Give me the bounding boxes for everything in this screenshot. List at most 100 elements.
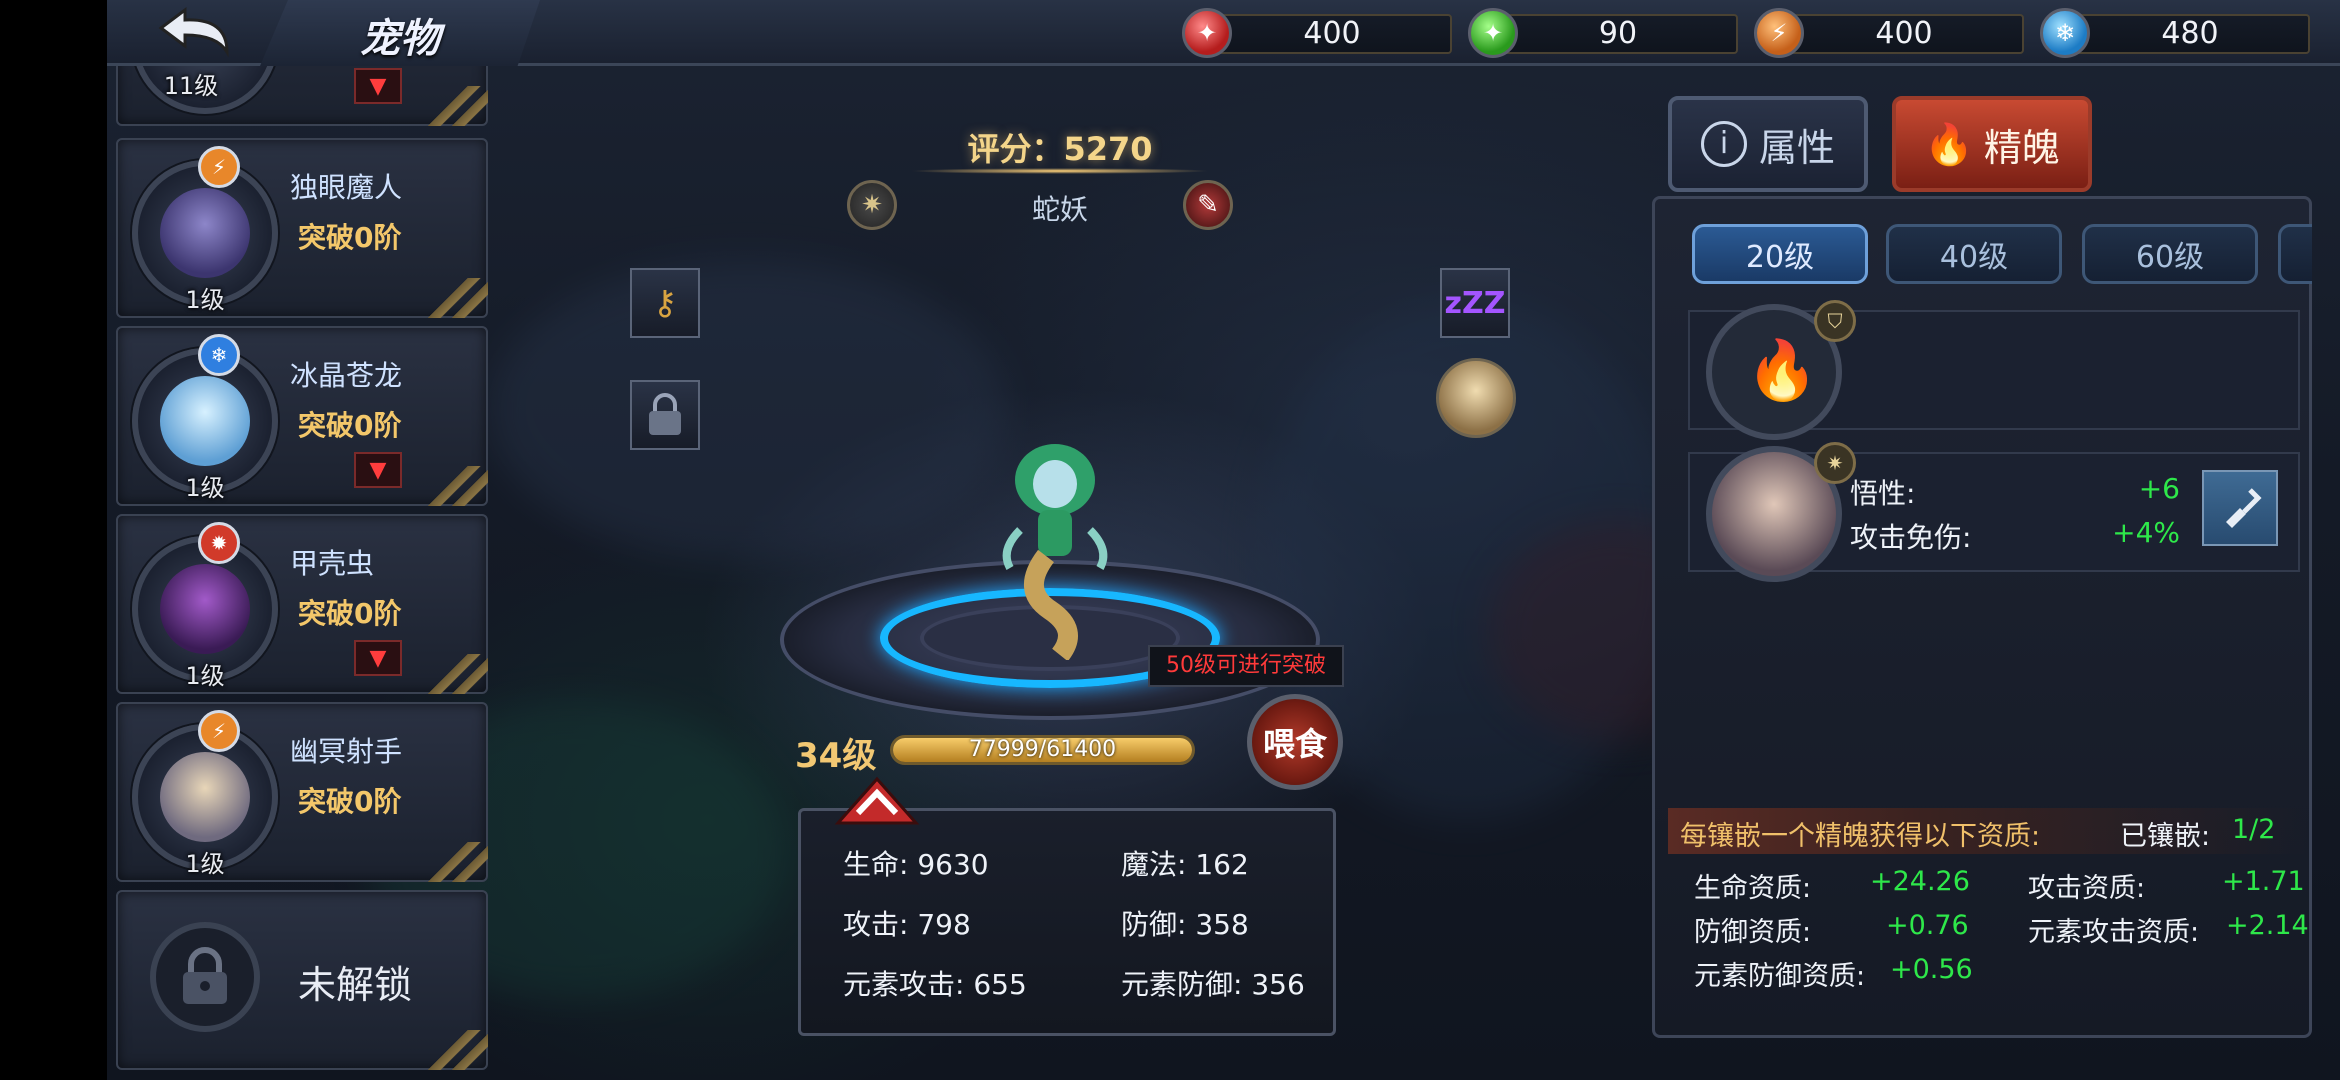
padlock-icon xyxy=(649,393,681,435)
tab-attributes-label: 属性 xyxy=(1758,125,1835,170)
exp-text: 77999/61400 xyxy=(968,737,1117,762)
pet-level: 1级 xyxy=(185,662,225,690)
level-tab-20[interactable]: 20级 xyxy=(1692,224,1868,284)
spirit-attr-value: +6 xyxy=(2138,472,2180,505)
pet-rank: 突破0阶 xyxy=(298,597,402,630)
spirit-attr-label: 攻击免伤: xyxy=(1850,521,1972,554)
level-tab-more[interactable] xyxy=(2278,224,2312,284)
upgrade-arrow-icon[interactable] xyxy=(832,775,922,825)
pet-portrait-cyclops xyxy=(160,188,250,278)
resource-orange: 400 ⚡ xyxy=(1754,8,2024,58)
lock-icon xyxy=(150,922,260,1032)
quality-label: 元素攻击资质: xyxy=(2028,917,2200,948)
pet-card[interactable]: ❄ 1级 冰晶苍龙 突破0阶 ▼ xyxy=(116,326,488,506)
snowflake-element-icon: ❄ xyxy=(198,334,240,376)
pet-portrait-beetle xyxy=(160,564,250,654)
pet-card[interactable]: ✹ 1级 甲壳虫 突破0阶 ▼ xyxy=(116,514,488,694)
pet-list[interactable]: 11级 ▼ ⚡ 1级 独眼魔人 突破0阶 ❄ 1级 冰晶苍龙 突破0阶 ▼ ✹ … xyxy=(112,66,492,1080)
pet-detail-name: 蛇妖 xyxy=(1031,193,1088,226)
hero-avatar-button[interactable] xyxy=(1436,358,1516,438)
stat-def: 防御: 358 xyxy=(1121,908,1249,941)
pet-portrait-archer xyxy=(160,752,250,842)
spirit-attr-value: +4% xyxy=(2112,516,2180,549)
back-arrow-icon xyxy=(158,7,229,58)
shield-badge-icon: ⛉ xyxy=(1814,300,1856,342)
exp-bar: 77999/61400 xyxy=(890,735,1195,765)
pet-name: 幽冥射手 xyxy=(290,735,403,768)
level-tab-60[interactable]: 60级 xyxy=(2082,224,2258,284)
pet-card-partial[interactable]: 11级 ▼ xyxy=(116,66,488,126)
tab-attributes[interactable]: i 属性 xyxy=(1668,96,1868,192)
pet-score: 评分：5270 xyxy=(967,130,1153,168)
info-icon: i xyxy=(1700,121,1747,167)
spirit-attr-label: 悟性: xyxy=(1850,477,1916,510)
score-glow xyxy=(910,168,1210,174)
demon-tag-icon: ▼ xyxy=(354,640,402,676)
flame-silhouette-icon: 🔥 xyxy=(1746,336,1819,404)
pet-level: 1级 xyxy=(185,850,225,878)
inlaid-value: 1/2 xyxy=(2232,814,2276,845)
resource-value: 400 xyxy=(1303,16,1361,51)
resource-value: 480 xyxy=(2161,16,2219,51)
feed-button[interactable]: 喂食 xyxy=(1247,694,1343,790)
lightning-orb-icon: ⚡ xyxy=(1754,8,1804,58)
pet-card[interactable]: ⚡ 1级 独眼魔人 突破0阶 xyxy=(116,138,488,318)
pet-level: 1级 xyxy=(185,474,225,502)
pet-name: 冰晶苍龙 xyxy=(290,359,403,392)
pet-level-text: 34级 xyxy=(795,736,877,776)
locked-label: 未解锁 xyxy=(298,963,413,1007)
resource-blue: 480 ❄ xyxy=(2040,8,2310,58)
quality-label: 防御资质: xyxy=(1694,917,1812,948)
spirit-info-text: 每镶嵌一个精魄获得以下资质: xyxy=(1680,821,2041,852)
fire-element-icon: ✹ xyxy=(198,522,240,564)
quality-label: 元素防御资质: xyxy=(1694,961,1866,992)
quality-value: +1.71 xyxy=(2222,866,2305,897)
resource-value: 400 xyxy=(1875,16,1933,51)
page-title: 宠物 xyxy=(360,16,440,62)
pet-card-locked[interactable]: 未解锁 xyxy=(116,890,488,1070)
resource-value: 90 xyxy=(1598,16,1638,51)
pet-level: 1级 xyxy=(185,286,225,314)
stat-atk: 攻击: 798 xyxy=(843,908,971,941)
tab-spirit[interactable]: 🔥 精魄 xyxy=(1892,96,2092,192)
stat-hp: 生命: 9630 xyxy=(843,848,989,881)
spirit-slot-empty[interactable]: 🔥 ⛉ xyxy=(1688,300,2300,440)
level-tab-40[interactable]: 40级 xyxy=(1886,224,2062,284)
game-screen: 宠物 400 ✦ 90 ✦ 400 ⚡ 480 ❄ 11级 ▼ ⚡ 1级 独眼魔… xyxy=(0,0,2340,1080)
flame-icon: 🔥 xyxy=(1924,121,1974,168)
sleep-button[interactable]: zZZ xyxy=(1440,268,1510,338)
pet-level: 11级 xyxy=(163,72,219,100)
demon-tag-icon: ▼ xyxy=(354,452,402,488)
back-button[interactable] xyxy=(140,0,260,62)
pet-portrait-ice-dragon xyxy=(160,376,250,466)
lightning-element-icon: ⚡ xyxy=(198,710,240,752)
key-icon: ⚷ xyxy=(652,283,678,323)
pet-rank: 突破0阶 xyxy=(298,785,402,818)
breakthrough-tip: 50级可进行突破 xyxy=(1148,645,1344,687)
sleep-zzz-icon: zZZ xyxy=(1444,285,1506,321)
snowflake-orb-icon: ❄ xyxy=(2040,8,2090,58)
pet-name: 甲壳虫 xyxy=(290,547,375,580)
quality-value: +0.56 xyxy=(1890,954,1973,985)
lock-button[interactable] xyxy=(630,380,700,450)
snake-demon-model xyxy=(1002,444,1108,660)
stat-elem-def: 元素防御: 356 xyxy=(1121,968,1305,1001)
quality-label: 生命资质: xyxy=(1694,873,1812,904)
inlaid-label: 已镶嵌: xyxy=(2120,821,2211,852)
remove-spirit-button[interactable] xyxy=(2202,470,2278,546)
quality-value: +24.26 xyxy=(1870,866,1970,897)
quill-icon[interactable]: ✎ xyxy=(1183,180,1233,230)
resource-red: 400 ✦ xyxy=(1182,8,1452,58)
red-crystal-icon: ✦ xyxy=(1182,8,1232,58)
stat-mp: 魔法: 162 xyxy=(1121,848,1249,881)
green-crystal-icon: ✦ xyxy=(1468,8,1518,58)
resource-green: 90 ✦ xyxy=(1468,8,1738,58)
quality-value: +2.14 xyxy=(2226,910,2309,941)
stat-elem-atk: 元素攻击: 655 xyxy=(843,968,1027,1001)
quality-value: +0.76 xyxy=(1886,910,1969,941)
compass-star-icon[interactable]: ✷ xyxy=(847,180,897,230)
demon-tag-icon: ▼ xyxy=(354,68,402,104)
tab-spirit-label: 精魄 xyxy=(1983,125,2060,170)
pet-card[interactable]: ⚡ 1级 幽冥射手 突破0阶 xyxy=(116,702,488,882)
key-button[interactable]: ⚷ xyxy=(630,268,700,338)
